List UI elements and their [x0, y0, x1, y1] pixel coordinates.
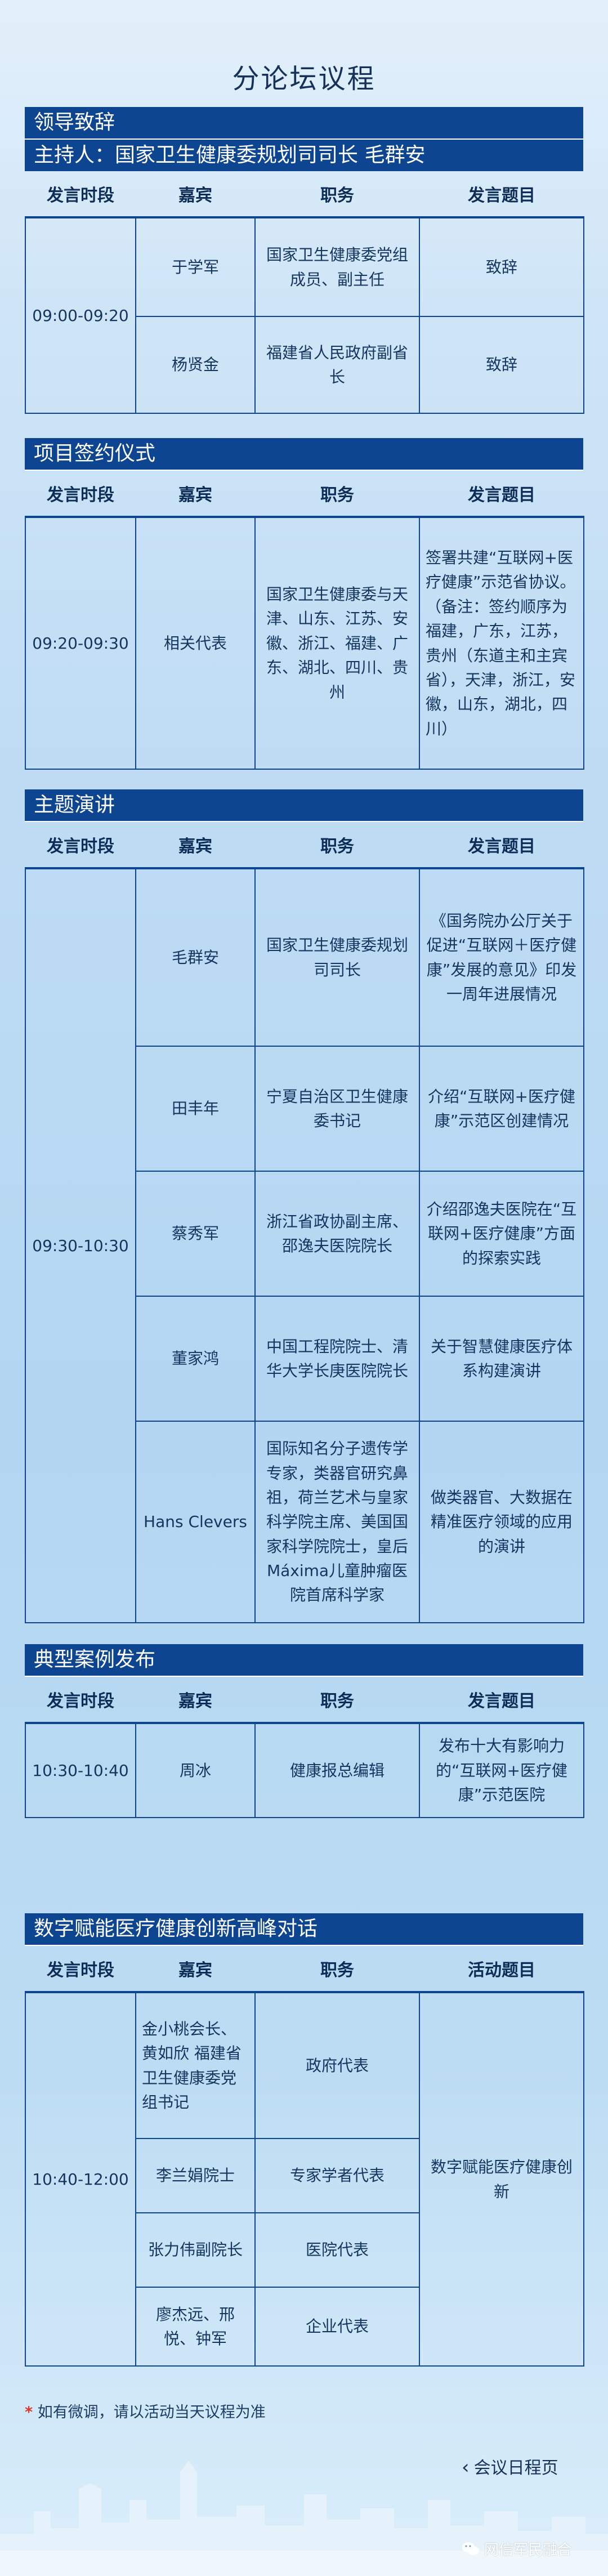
table-header: 发言时段 嘉宾 职务 发言题目: [25, 471, 584, 518]
guest-position: 政府代表: [254, 1992, 420, 2139]
guest-position: 专家学者代表: [254, 2138, 420, 2213]
col-topic: 活动题目: [419, 1946, 584, 1993]
section-title: 主题演讲: [25, 789, 583, 822]
activity-topic: 数字赋能医疗健康创新: [419, 1992, 584, 2367]
guest-name: 李兰娟院士: [135, 2138, 256, 2213]
guest-position: 国家卫生健康委规划司司长: [254, 868, 420, 1047]
speech-topic: 《国务院办公厅关于促进“互联网＋医疗健康”发展的意见》印发一周年进展情况: [419, 868, 584, 1047]
watermark-text: 网信军民融合: [484, 2542, 573, 2559]
col-time: 发言时段: [25, 1946, 136, 1993]
speech-topic: 介绍“互联网+医疗健康”示范区创建情况: [419, 1046, 584, 1172]
table-row: 09:00-09:20 于学军 国家卫生健康委党组成员、副主任 致辞: [25, 217, 584, 414]
col-guest: 嘉宾: [136, 1946, 255, 1993]
back-link-label: 会议日程页: [473, 2458, 558, 2478]
section-title: 项目签约仪式: [25, 438, 583, 471]
guest-position: 企业代表: [254, 2287, 420, 2367]
col-time: 发言时段: [25, 1677, 136, 1724]
table-header: 发言时段 嘉宾 职务 发言题目: [25, 822, 584, 869]
col-position: 职务: [255, 1946, 419, 1993]
guest-position: 医院代表: [254, 2212, 420, 2288]
col-time: 发言时段: [25, 171, 136, 218]
col-position: 职务: [255, 822, 419, 869]
col-position: 职务: [255, 171, 419, 218]
col-guest: 嘉宾: [136, 822, 255, 869]
table-row: 09:30-10:30 毛群安 国家卫生健康委规划司司长 《国务院办公厅关于促进…: [25, 868, 584, 1623]
col-topic: 发言题目: [419, 822, 584, 869]
table-header: 发言时段 嘉宾 职务 发言题目: [25, 171, 584, 218]
schedule-table: 发言时段 嘉宾 职务 发言题目 09:30-10:30 毛群安 国家卫生健康委规…: [25, 822, 584, 1623]
section-signing-ceremony: 项目签约仪式 发言时段 嘉宾 职务 发言题目 09:20-09:30 相关代表 …: [25, 438, 584, 770]
table-row: 10:30-10:40 周冰 健康报总编辑 发布十大有影响力的“互联网+医疗健康…: [25, 1722, 584, 1818]
schedule-table: 发言时段 嘉宾 职务 发言题目 10:30-10:40 周冰 健康报总编辑 发布…: [25, 1677, 584, 1818]
col-position: 职务: [255, 1677, 419, 1724]
guest-name: 相关代表: [135, 516, 256, 770]
col-time: 发言时段: [25, 471, 136, 518]
chevron-left-icon: ‹: [462, 2456, 470, 2479]
time-slot: 10:40-12:00: [25, 1992, 136, 2367]
guest-position: 国家卫生健康委与天津、山东、江苏、安徽、浙江、福建、广东、湖北、四川、贵州: [254, 516, 420, 770]
guest-position: 浙江省政协副主席、邵逸夫医院院长: [254, 1171, 420, 1297]
speech-topic: 发布十大有影响力的“互联网+医疗健康”示范医院: [419, 1722, 584, 1818]
time-slot: 10:30-10:40: [25, 1722, 136, 1818]
table-row: 10:40-12:00 金小桃会长、黄如欣 福建省卫生健康委党组书记 政府代表 …: [25, 1992, 584, 2367]
col-guest: 嘉宾: [136, 471, 255, 518]
col-guest: 嘉宾: [136, 171, 255, 218]
guest-name: 毛群安: [135, 868, 256, 1047]
time-slot: 09:30-10:30: [25, 868, 136, 1623]
guest-name: 金小桃会长、黄如欣 福建省卫生健康委党组书记: [135, 1992, 256, 2139]
speech-topic: 致辞: [419, 217, 584, 317]
guest-position: 福建省人民政府副省长: [254, 316, 420, 414]
table-row: 09:20-09:30 相关代表 国家卫生健康委与天津、山东、江苏、安徽、浙江、…: [25, 516, 584, 770]
guest-name: Hans Clevers: [135, 1421, 256, 1623]
col-topic: 发言题目: [419, 1677, 584, 1724]
schedule-table: 发言时段 嘉宾 职务 活动题目 10:40-12:00 金小桃会长、黄如欣 福建…: [25, 1946, 584, 2367]
guest-name: 田丰年: [135, 1046, 256, 1172]
col-topic: 发言题目: [419, 471, 584, 518]
guest-position: 中国工程院院士、清华大学长庚医院院长: [254, 1296, 420, 1422]
table-header: 发言时段 嘉宾 职务 活动题目: [25, 1946, 584, 1993]
wechat-icon: [462, 2542, 479, 2555]
watermark: 网信军民融合: [462, 2538, 572, 2559]
speech-topic: 签署共建“互联网+医疗健康”示范省协议。（备注：签约顺序为福建，广东，江苏，贵州…: [419, 516, 584, 770]
section-title: 典型案例发布: [25, 1644, 583, 1677]
schedule-table: 发言时段 嘉宾 职务 发言题目 09:20-09:30 相关代表 国家卫生健康委…: [25, 471, 584, 770]
guest-position: 国际知名分子遗传学专家，类器官研究鼻祖，荷兰艺术与皇家科学院主席、美国国家科学院…: [254, 1421, 420, 1623]
section-title: 数字赋能医疗健康创新高峰对话: [25, 1913, 583, 1946]
speech-topic: 介绍邵逸夫医院在“互联网+医疗健康”方面的探索实践: [419, 1171, 584, 1297]
footnote-text: 如有微调，请以活动当天议程为准: [37, 2404, 266, 2421]
page-title: 分论坛议程: [232, 63, 376, 95]
footnote: * 如有微调，请以活动当天议程为准: [25, 2400, 266, 2422]
time-slot: 09:20-09:30: [25, 516, 136, 770]
speech-topic: 致辞: [419, 316, 584, 414]
time-slot: 09:00-09:20: [25, 217, 136, 414]
guest-name: 廖杰远、邢悦、钟军: [135, 2287, 256, 2367]
guest-name: 于学军: [135, 217, 256, 317]
col-position: 职务: [255, 471, 419, 518]
col-topic: 发言题目: [419, 171, 584, 218]
guest-name: 周冰: [135, 1722, 256, 1818]
speech-topic: 关于智慧健康医疗体系构建演讲: [419, 1296, 584, 1422]
back-to-agenda-link[interactable]: ‹ 会议日程页: [462, 2454, 558, 2479]
schedule-table: 发言时段 嘉宾 职务 发言题目 09:00-09:20 于学军 国家卫生健康委党…: [25, 171, 584, 414]
guest-position: 宁夏自治区卫生健康委书记: [254, 1046, 420, 1172]
guest-name: 杨贤金: [135, 316, 256, 414]
section-title: 领导致辞: [25, 107, 583, 140]
guest-position: 国家卫生健康委党组成员、副主任: [254, 217, 420, 317]
section-case-release: 典型案例发布 发言时段 嘉宾 职务 发言题目 10:30-10:40 周冰 健康…: [25, 1644, 584, 1818]
col-guest: 嘉宾: [136, 1677, 255, 1724]
guest-position: 健康报总编辑: [254, 1722, 420, 1818]
guest-name: 蔡秀军: [135, 1171, 256, 1297]
guest-name: 张力伟副院长: [135, 2212, 256, 2288]
guest-name: 董家鸿: [135, 1296, 256, 1422]
col-time: 发言时段: [25, 822, 136, 869]
host-line: 主持人：国家卫生健康委规划司司长 毛群安: [25, 140, 583, 171]
table-header: 发言时段 嘉宾 职务 发言题目: [25, 1677, 584, 1724]
section-keynotes: 主题演讲 发言时段 嘉宾 职务 发言题目 09:30-10:30 毛群安 国家卫…: [25, 789, 584, 1623]
speech-topic: 做类器官、大数据在精准医疗领域的应用的演讲: [419, 1421, 584, 1623]
section-summit-dialogue: 数字赋能医疗健康创新高峰对话 发言时段 嘉宾 职务 活动题目 10:40-12:…: [25, 1913, 584, 2367]
section-opening-remarks: 领导致辞 主持人：国家卫生健康委规划司司长 毛群安 发言时段 嘉宾 职务 发言题…: [25, 107, 584, 414]
asterisk-icon: *: [25, 2404, 33, 2421]
